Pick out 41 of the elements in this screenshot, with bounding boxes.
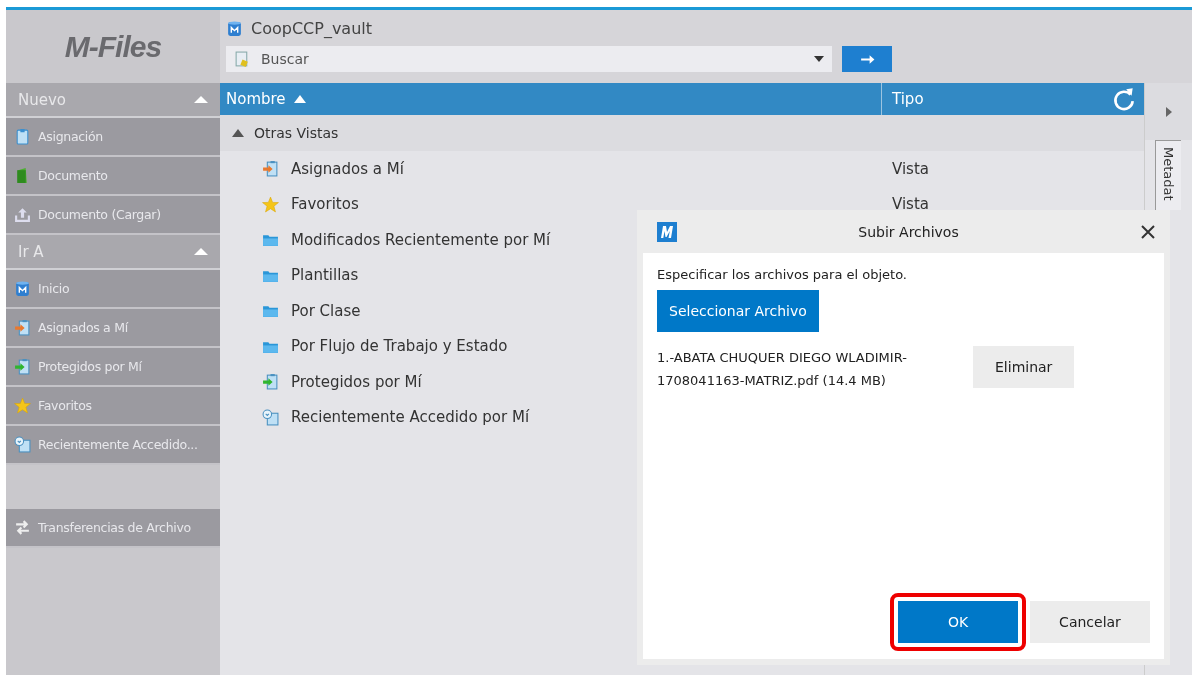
assigned-icon	[262, 160, 279, 178]
refresh-icon	[1111, 86, 1137, 112]
upload-icon	[14, 206, 31, 223]
dropdown-caret-icon[interactable]	[814, 56, 824, 62]
list-item[interactable]: Recientemente Accedido por Mí	[220, 408, 882, 427]
star-icon	[262, 195, 279, 213]
vault-title: CoopCCP_vault	[251, 18, 373, 38]
star-icon	[14, 397, 31, 414]
checked-out-icon	[14, 358, 31, 375]
cancel-button[interactable]: Cancelar	[1030, 601, 1150, 643]
recent-view-icon	[262, 408, 279, 426]
search-field[interactable]: Buscar	[226, 46, 832, 72]
list-item[interactable]: Asignados a Mí	[220, 159, 882, 178]
transfer-icon	[14, 519, 31, 536]
app-icon	[657, 221, 677, 242]
table-cell-text: Vista	[891, 159, 929, 178]
column-header[interactable]: Tipo	[882, 83, 1104, 115]
app-logo: M-Files	[64, 29, 162, 64]
recent-view-icon	[14, 436, 31, 453]
remove-button[interactable]: Eliminar	[973, 346, 1075, 388]
file-name: 1.-ABATA CHUQUER DIEGO WLADIMIR-1708041163-MATRIZ.pdf (14.4 MB)	[657, 349, 908, 390]
panel-toggle[interactable]	[1145, 83, 1192, 140]
vault-icon	[14, 280, 31, 297]
search-tag-icon	[234, 50, 251, 68]
checked-out-icon	[262, 373, 279, 391]
instruction-text: Especificar los archivos para el objeto.	[657, 267, 908, 282]
select-file-button[interactable]: Seleccionar Archivo	[657, 290, 819, 332]
search-input[interactable]: Buscar	[259, 50, 806, 68]
table-cell-text: Vista	[891, 195, 929, 214]
metadata-tab[interactable]: Metadat	[1155, 140, 1181, 210]
dialog-title: Subir Archivos	[857, 223, 960, 240]
sidebar-item[interactable]: Protegidos por Mí	[6, 348, 220, 387]
ok-button[interactable]: OK	[898, 601, 1018, 643]
list-item[interactable]: Favoritos	[220, 195, 882, 214]
group-header[interactable]: Otras Vistas	[220, 115, 1144, 151]
close-icon[interactable]	[1140, 223, 1156, 240]
vault-icon	[226, 19, 243, 37]
search-go-button[interactable]	[842, 46, 892, 72]
assigned-icon	[14, 319, 31, 336]
sidebar-item[interactable]: Inicio	[6, 270, 220, 309]
clipboard-icon	[14, 128, 31, 145]
